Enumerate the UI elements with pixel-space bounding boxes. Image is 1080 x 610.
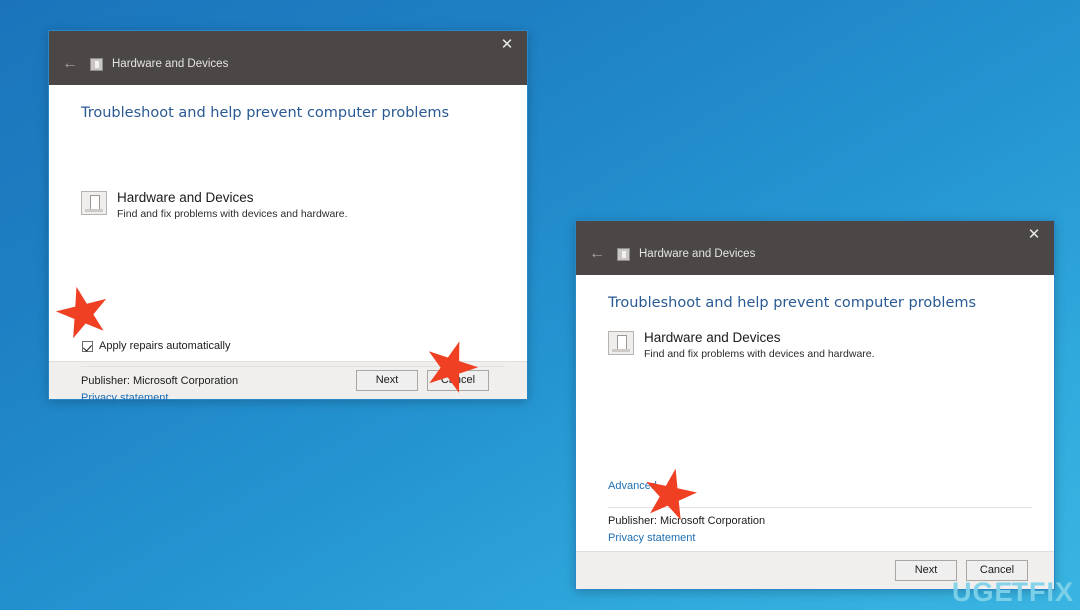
hardware-icon (81, 191, 107, 215)
pack-title: Hardware and Devices (644, 330, 781, 345)
page-title: Troubleshoot and help prevent computer p… (81, 105, 450, 121)
troubleshooter-pack: Hardware and Devices Find and fix proble… (81, 190, 348, 221)
divider (608, 507, 1032, 508)
privacy-statement-link[interactable]: Privacy statement (81, 392, 168, 404)
dialog-title: Hardware and Devices (639, 248, 756, 260)
watermark-logo: UGETFIX (952, 577, 1074, 608)
troubleshooter-dialog-secondary: ✕ ← Hardware and Devices Troubleshoot an… (575, 220, 1055, 590)
dialog-titlebar: ✕ ← Hardware and Devices (576, 221, 1054, 275)
dialog-nav-row: ← Hardware and Devices (576, 237, 1054, 271)
watermark-part-2: E (994, 577, 1012, 607)
next-button[interactable]: Next (895, 560, 957, 581)
divider (81, 366, 505, 367)
dialog-title: Hardware and Devices (112, 58, 229, 70)
back-arrow-icon[interactable]: ← (586, 243, 608, 265)
hardware-icon (608, 331, 634, 355)
advanced-link[interactable]: Advanced (608, 480, 657, 492)
publisher-text: Publisher: Microsoft Corporation (81, 375, 239, 387)
dialog-nav-row: ← Hardware and Devices (49, 47, 527, 81)
hardware-icon (617, 247, 630, 261)
watermark-part-3: TFIX (1011, 577, 1074, 607)
dialog-body: Troubleshoot and help prevent computer p… (49, 85, 527, 404)
troubleshooter-pack: Hardware and Devices Find and fix proble… (608, 330, 875, 361)
pack-subtitle: Find and fix problems with devices and h… (644, 348, 875, 360)
apply-repairs-row[interactable]: Apply repairs automatically (82, 340, 230, 352)
hardware-icon (90, 57, 103, 71)
close-icon[interactable]: ✕ (1014, 221, 1054, 249)
page-title: Troubleshoot and help prevent computer p… (608, 295, 977, 311)
next-button[interactable]: Next (356, 370, 418, 391)
pack-title: Hardware and Devices (117, 190, 254, 205)
dialog-body: Troubleshoot and help prevent computer p… (576, 275, 1054, 551)
pack-subtitle: Find and fix problems with devices and h… (117, 208, 348, 220)
apply-repairs-label: Apply repairs automatically (99, 340, 231, 352)
privacy-statement-link[interactable]: Privacy statement (608, 532, 695, 544)
close-icon[interactable]: ✕ (487, 31, 527, 59)
cancel-button[interactable]: Cancel (427, 370, 489, 391)
apply-repairs-checkbox[interactable] (82, 340, 93, 352)
back-arrow-icon[interactable]: ← (59, 53, 81, 75)
dialog-titlebar: ✕ ← Hardware and Devices (49, 31, 527, 85)
watermark-part-1: UG (951, 577, 995, 607)
troubleshooter-dialog-primary: ✕ ← Hardware and Devices Troubleshoot an… (48, 30, 528, 404)
publisher-text: Publisher: Microsoft Corporation (608, 515, 766, 527)
